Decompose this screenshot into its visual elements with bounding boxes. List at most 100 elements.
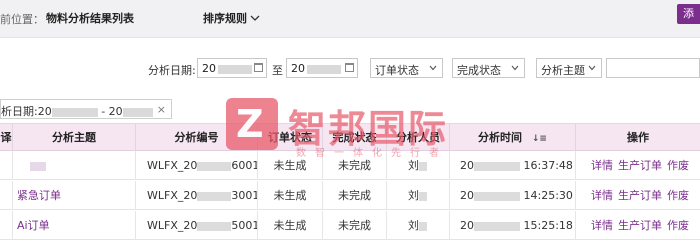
row-time-suffix: 15:25:18 <box>523 219 573 232</box>
complete-status-value: 完成状态 <box>457 64 501 77</box>
redacted-block <box>474 221 520 231</box>
chevron-down-icon <box>250 15 260 21</box>
top-bar: 前位置： 物料分析结果列表 排序规则 添 <box>0 0 700 38</box>
redacted-block <box>419 191 427 201</box>
header-theme: 分析主题 <box>13 124 136 151</box>
redacted-block <box>30 161 46 171</box>
calendar-icon <box>254 63 263 72</box>
theme-select-value: 分析主题 <box>541 64 585 77</box>
calendar-icon <box>345 63 354 72</box>
row-code: WLFX_20 3001 <box>136 181 258 210</box>
redacted-block <box>197 191 232 201</box>
date-filter-label: 分析日期: <box>148 64 196 77</box>
row-person: 刘 <box>387 151 450 180</box>
redacted-block <box>197 221 232 231</box>
date-range-separator: 至 <box>272 64 283 77</box>
row-time: 20 14:25:30 <box>450 181 576 210</box>
row-time: 20 15:25:18 <box>450 211 576 240</box>
row-person: 刘 <box>387 211 450 240</box>
row-time-prefix: 20 <box>460 159 474 172</box>
redacted-block <box>419 221 427 231</box>
row-code-prefix: WLFX_20 <box>147 159 198 172</box>
header-order-status: 订单状态 <box>258 124 323 151</box>
row-code-prefix: WLFX_20 <box>147 219 198 232</box>
row-actions: 详情 生产订单 作废 <box>576 151 700 180</box>
row-time: 20 16:37:48 <box>450 151 576 180</box>
row-code: WLFX_20 5001 <box>136 211 258 240</box>
sort-icon[interactable]: ↓≡ <box>532 126 547 153</box>
redacted-block <box>51 107 98 117</box>
breadcrumb-prefix: 前位置： <box>0 13 44 26</box>
date-from-value: 20 <box>202 62 216 75</box>
row-order-status: 未生成 <box>258 151 323 180</box>
row-code-suffix: 5001 <box>231 219 258 232</box>
redacted-block <box>474 161 520 171</box>
table-row: 紧急订单 WLFX_20 3001 未生成 未完成 刘 20 14:25:30 详… <box>0 181 700 210</box>
row-time-prefix: 20 <box>460 189 474 202</box>
chevron-down-icon <box>429 65 437 71</box>
chevron-down-icon <box>588 65 596 71</box>
date-to-input[interactable]: 20 <box>286 58 358 78</box>
row-theme[interactable]: Ai订单 <box>13 211 136 240</box>
row-code-suffix: 6001 <box>231 159 258 172</box>
void-link[interactable]: 作废 <box>667 159 689 172</box>
keyword-input[interactable] <box>606 58 700 78</box>
detail-link[interactable]: 详情 <box>591 189 613 202</box>
header-person: 分析人员 <box>387 124 450 151</box>
close-icon[interactable]: × <box>157 103 166 116</box>
row-order-status: 未生成 <box>258 211 323 240</box>
produce-order-link[interactable]: 生产订单 <box>618 219 662 232</box>
row-person-text: 刘 <box>408 219 419 232</box>
row-theme[interactable]: 紧急订单 <box>13 181 136 210</box>
date-to-value: 20 <box>291 62 305 75</box>
row-complete-status: 未完成 <box>323 211 387 240</box>
redacted-block <box>197 161 232 171</box>
detail-link[interactable]: 详情 <box>591 219 613 232</box>
row-person-text: 刘 <box>408 159 419 172</box>
order-status-value: 订单状态 <box>375 64 419 77</box>
produce-order-link[interactable]: 生产订单 <box>618 189 662 202</box>
date-from-input[interactable]: 20 <box>197 58 267 78</box>
row-select-cell <box>0 151 13 180</box>
header-time[interactable]: 分析时间 ↓≡ <box>450 124 576 151</box>
redacted-block <box>419 161 427 171</box>
void-link[interactable]: 作废 <box>667 219 689 232</box>
table-row: WLFX_20 6001 未生成 未完成 刘 20 16:37:48 详情 生产订单… <box>0 151 700 180</box>
row-order-status: 未生成 <box>258 181 323 210</box>
sort-rules-label: 排序规则 <box>203 12 247 25</box>
order-status-select[interactable]: 订单状态 <box>370 58 443 78</box>
row-time-suffix: 16:37:48 <box>523 159 573 172</box>
row-actions: 详情 生产订单 作废 <box>576 211 700 240</box>
produce-order-link[interactable]: 生产订单 <box>618 159 662 172</box>
row-code-prefix: WLFX_20 <box>147 189 198 202</box>
row-select-cell <box>0 181 13 210</box>
row-time-suffix: 14:25:30 <box>523 189 573 202</box>
row-time-prefix: 20 <box>460 219 474 232</box>
row-select-cell <box>0 211 13 240</box>
row-actions: 详情 生产订单 作废 <box>576 181 700 210</box>
header-actions: 操作 <box>627 131 649 144</box>
row-person-text: 刘 <box>408 189 419 202</box>
sort-rules-button[interactable]: 排序规则 <box>203 10 260 26</box>
redacted-block <box>218 64 252 74</box>
row-complete-status: 未完成 <box>323 181 387 210</box>
redacted-block <box>122 107 153 117</box>
void-link[interactable]: 作废 <box>667 189 689 202</box>
add-button[interactable]: 添 <box>677 4 700 24</box>
header-complete-status: 完成状态 <box>323 124 387 151</box>
detail-link[interactable]: 详情 <box>591 159 613 172</box>
redacted-block <box>474 191 520 201</box>
row-person: 刘 <box>387 181 450 210</box>
table-header: 译 分析主题 分析编号 订单状态 完成状态 分析人员 分析时间 ↓≡ 操作 <box>0 124 700 151</box>
theme-select[interactable]: 分析主题 <box>536 58 602 78</box>
row-complete-status: 未完成 <box>323 151 387 180</box>
header-time-label: 分析时间 <box>478 131 523 144</box>
table-row: Ai订单 WLFX_20 5001 未生成 未完成 刘 20 15:25:18 详… <box>0 211 700 240</box>
redacted-block <box>307 64 341 74</box>
complete-status-select[interactable]: 完成状态 <box>452 58 525 78</box>
chevron-down-icon <box>511 65 519 71</box>
row-theme[interactable] <box>13 151 136 180</box>
row-code-suffix: 3001 <box>231 189 258 202</box>
tag-prefix: 析日期:20 <box>1 105 52 118</box>
active-filter-tag: 析日期:20 - 20 × <box>0 99 172 119</box>
